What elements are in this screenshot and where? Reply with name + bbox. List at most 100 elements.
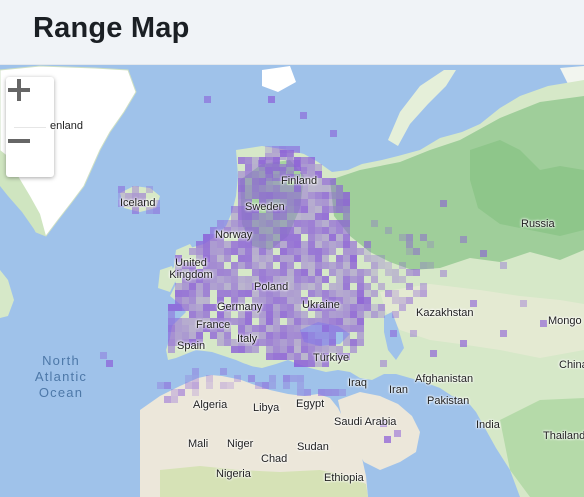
page-title: Range Map [33,12,190,44]
range-cell [259,318,266,325]
range-cell [182,304,189,311]
range-cell [315,325,322,332]
range-cell [480,250,487,257]
range-cell [392,269,399,276]
range-cell [252,269,259,276]
range-cell [350,269,357,276]
range-cell [259,248,266,255]
range-cell [301,157,308,164]
range-cell [322,311,329,318]
range-cell [322,234,329,241]
range-cell [301,339,308,346]
range-cell [217,283,224,290]
range-cell [301,269,308,276]
label-spain: Spain [177,340,206,352]
range-cell [343,311,350,318]
range-cell [272,167,279,174]
zoom-out-button[interactable] [6,128,54,177]
range-cell [308,206,315,213]
range-cell [245,171,252,178]
range-cell [294,353,301,360]
range-cell [231,213,238,220]
range-cell [252,227,259,234]
range-cell [189,318,196,325]
range-cell [287,297,294,304]
range-cell [265,146,272,153]
range-cell [266,192,273,199]
range-cell [238,276,245,283]
range-cell [206,382,213,389]
range-cell [330,130,337,137]
range-cell [294,339,301,346]
range-cell [245,220,252,227]
range-cell [266,297,273,304]
range-cell [301,241,308,248]
range-cell [357,318,364,325]
range-cell [266,234,273,241]
range-cell [259,234,266,241]
map-canvas[interactable] [0,65,584,497]
range-cell [315,227,322,234]
range-cell [175,297,182,304]
range-cell [245,318,252,325]
range-cell [343,213,350,220]
range-cell [245,185,252,192]
range-cell [392,276,399,283]
range-cell [315,206,322,213]
range-cell [234,375,241,382]
range-cell [420,283,427,290]
range-cell [231,248,238,255]
range-cell [308,332,315,339]
range-cell [189,248,196,255]
range-map[interactable]: North Atlantic Ocean enland Iceland Finl… [0,65,584,497]
range-cell [427,241,434,248]
range-cell [217,332,224,339]
range-cell [265,167,272,174]
range-cell [406,297,413,304]
range-cell [189,311,196,318]
range-cell [280,346,287,353]
range-cell [203,283,210,290]
zoom-in-button[interactable] [6,77,54,126]
range-cell [336,325,343,332]
range-cell [343,206,350,213]
range-cell [231,269,238,276]
range-cell [392,297,399,304]
range-cell [252,164,259,171]
range-cell [259,241,266,248]
range-cell [287,311,294,318]
range-cell [238,157,245,164]
range-cell [322,318,329,325]
range-cell [259,192,266,199]
range-cell [301,248,308,255]
range-cell [280,220,287,227]
range-cell [273,304,280,311]
range-cell [217,220,224,227]
range-cell [252,171,259,178]
range-cell [392,290,399,297]
range-cell [192,382,199,389]
range-cell [231,206,238,213]
range-cell [287,318,294,325]
range-cell [297,389,304,396]
label-niger: Niger [227,438,254,450]
range-cell [273,339,280,346]
range-cell [301,311,308,318]
range-cell [297,382,304,389]
range-cell [280,234,287,241]
range-cell [248,375,255,382]
range-cell [238,255,245,262]
range-cell [371,290,378,297]
range-cell [406,241,413,248]
range-cell [238,206,245,213]
range-cell [287,255,294,262]
range-cell [290,375,297,382]
range-cell [175,318,182,325]
label-chad: Chad [261,453,288,465]
range-cell [385,290,392,297]
range-cell [238,318,245,325]
range-cell [266,248,273,255]
range-cell [287,241,294,248]
range-cell [252,346,259,353]
range-cell [196,297,203,304]
